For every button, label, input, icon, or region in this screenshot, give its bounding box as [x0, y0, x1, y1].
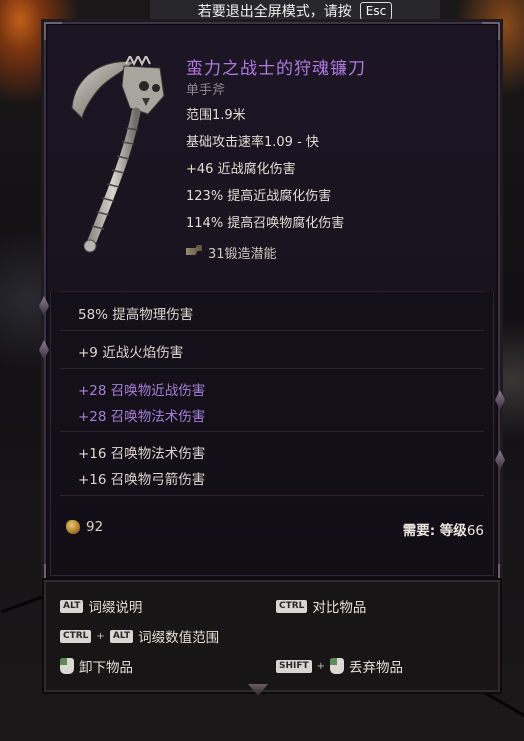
- requirement-label: 需要: 等级: [402, 523, 467, 539]
- affix-line-set[interactable]: +28 召唤物近战伤害: [78, 379, 205, 399]
- mouse-left-icon: [60, 658, 74, 674]
- gold-icon: [66, 520, 80, 534]
- anvil-icon: [186, 245, 202, 255]
- ctrl-key-icon: CTRL: [60, 629, 92, 643]
- controls-panel: ALT 词缀说明 CTRL 对比物品 CTRL + ALT 词缀数值范围 卸下物…: [44, 580, 500, 692]
- control-label: 对比物品: [312, 600, 367, 616]
- requirement-level: 66: [466, 523, 484, 539]
- control-unequip[interactable]: 卸下物品: [60, 656, 133, 676]
- ctrl-key-icon: CTRL: [276, 599, 308, 613]
- affix-line[interactable]: +16 召唤物法术伤害: [78, 442, 205, 462]
- affix-line[interactable]: 58% 提高物理伤害: [78, 303, 193, 323]
- control-label: 丢弃物品: [349, 660, 404, 676]
- esc-key-hint[interactable]: Esc: [359, 2, 393, 20]
- forge-potential: 31锻造潜能: [208, 247, 277, 262]
- gold-value: 92: [86, 519, 104, 535]
- item-stat-attack-speed: 基础攻击速率1.09 - 快: [186, 135, 319, 150]
- affix-separator: [60, 291, 484, 292]
- plus-sign: +: [96, 630, 105, 642]
- control-compare[interactable]: CTRL 对比物品: [276, 596, 366, 616]
- item-type: 单手斧: [186, 83, 226, 98]
- affix-line[interactable]: +9 近战火焰伤害: [78, 341, 183, 361]
- fullscreen-toast: 若要退出全屏模式，请按 Esc: [150, 0, 440, 22]
- item-stat-line: +46 近战腐化伤害: [186, 162, 296, 177]
- control-label: 词缀说明: [88, 600, 143, 616]
- mouse-left-icon: [330, 658, 345, 674]
- item-header: 蛮力之战士的狩魂镰刀 单手斧 范围1.9米 基础攻击速率1.09 - 快 +46…: [48, 26, 496, 292]
- plus-sign: +: [316, 660, 326, 672]
- level-requirement: 需要: 等级66: [403, 519, 484, 539]
- control-affix-info[interactable]: ALT 词缀说明: [60, 596, 142, 616]
- alt-key-icon: ALT: [109, 629, 134, 643]
- toast-text: 若要退出全屏模式，请按: [197, 4, 352, 20]
- item-stat-line: 114% 提高召唤物腐化伤害: [186, 216, 345, 231]
- item-tooltip: 蛮力之战士的狩魂镰刀 单手斧 范围1.9米 基础攻击速率1.09 - 快 +46…: [39, 22, 505, 582]
- affix-separator: [60, 495, 484, 496]
- item-stat-range: 范围1.9米: [186, 108, 246, 123]
- affix-separator: [60, 330, 484, 331]
- affix-separator: [60, 368, 484, 369]
- control-drop[interactable]: SHIFT + 丢弃物品: [276, 656, 403, 676]
- affix-line[interactable]: +16 召唤物弓箭伤害: [78, 468, 205, 488]
- item-name: 蛮力之战士的狩魂镰刀: [186, 59, 366, 79]
- control-affix-ranges[interactable]: CTRL + ALT 词缀数值范围: [60, 626, 219, 646]
- control-label: 词缀数值范围: [138, 630, 220, 646]
- affix-separator: [60, 431, 484, 432]
- control-label: 卸下物品: [79, 660, 133, 676]
- shift-key-icon: SHIFT: [276, 659, 312, 673]
- scythe-icon: [71, 56, 165, 253]
- item-stat-line: 123% 提高近战腐化伤害: [186, 189, 332, 204]
- alt-key-icon: ALT: [60, 599, 84, 613]
- affix-line-set[interactable]: +28 召唤物法术伤害: [78, 405, 205, 425]
